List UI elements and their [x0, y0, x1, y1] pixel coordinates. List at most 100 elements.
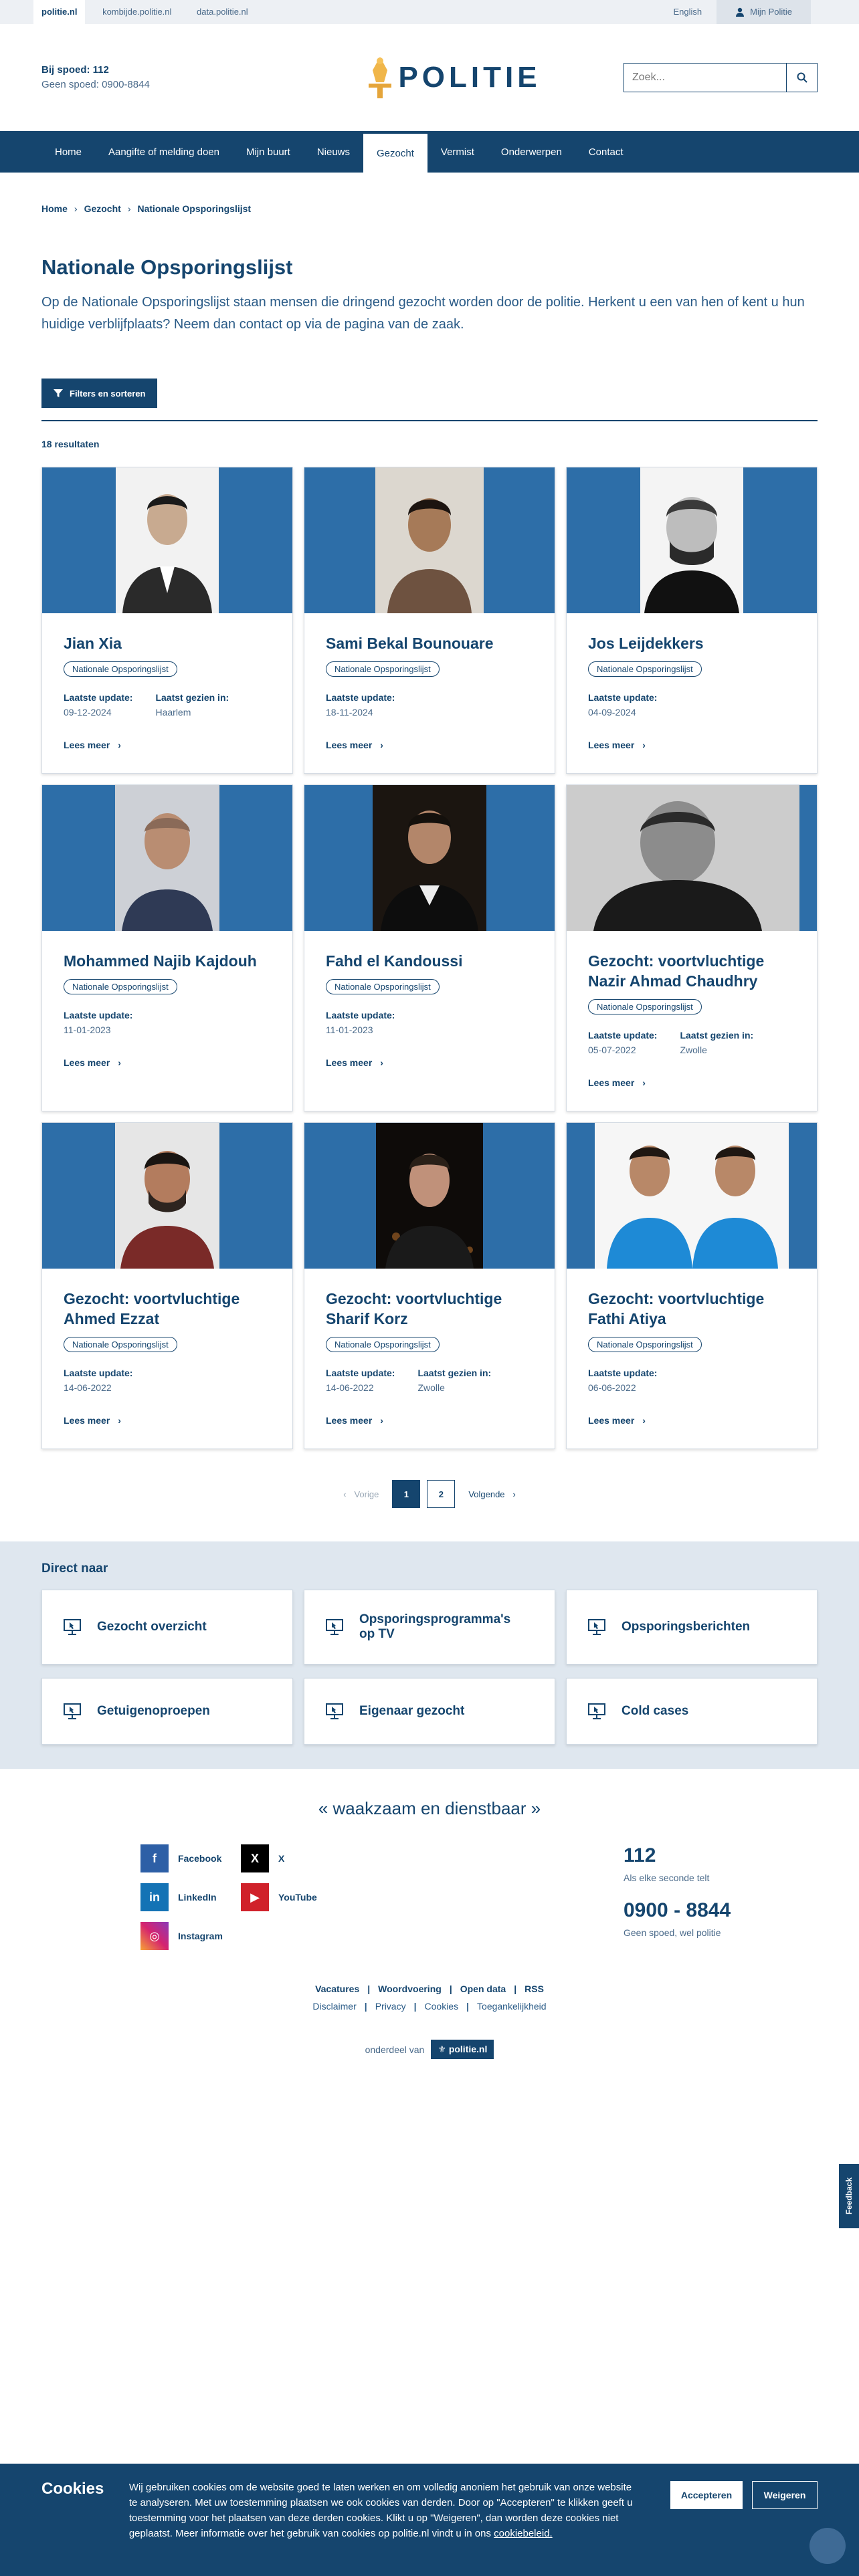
update-value: 06-06-2022: [588, 1382, 636, 1393]
cookie-text-block: Wij gebruiken cookies om de website goed…: [129, 2480, 640, 2541]
list-tag: Nationale Opsporingslijst: [64, 661, 177, 677]
language-link[interactable]: English: [666, 0, 710, 24]
footer-link-privacy[interactable]: Privacy: [375, 2001, 406, 2012]
feedback-tab[interactable]: Feedback: [839, 2164, 859, 2228]
footer-link-vacatures[interactable]: Vacatures: [315, 1983, 359, 1994]
list-tag: Nationale Opsporingslijst: [588, 999, 702, 1014]
footer-link-rss[interactable]: RSS: [524, 1983, 544, 1994]
person-portrait-image: [640, 467, 743, 613]
chat-button[interactable]: [809, 2528, 846, 2564]
social-instagram[interactable]: ◎ Instagram: [140, 1922, 241, 1950]
filter-sort-button[interactable]: Filters en sorteren: [41, 379, 158, 408]
person-portrait-image: [376, 1123, 483, 1269]
nav-contact[interactable]: Contact: [575, 131, 637, 173]
tile-cold-cases[interactable]: Cold cases: [566, 1678, 818, 1745]
person-name: Fahd el Kandoussi: [326, 952, 463, 970]
list-tag: Nationale Opsporingslijst: [326, 661, 440, 677]
person-card[interactable]: Jian Xia Nationale Opsporingslijst Laats…: [41, 467, 293, 774]
tile-gezocht-overzicht[interactable]: Gezocht overzicht: [41, 1590, 293, 1665]
person-portrait-image: [595, 1123, 789, 1269]
non-emergency-subtext: Geen spoed, wel politie: [624, 1927, 721, 1938]
tile-eigenaar-gezocht[interactable]: Eigenaar gezocht: [304, 1678, 555, 1745]
nav-onderwerpen[interactable]: Onderwerpen: [488, 131, 575, 173]
social-facebook[interactable]: f Facebook: [140, 1844, 241, 1872]
nav-vermist[interactable]: Vermist: [427, 131, 488, 173]
footer-link-cookies[interactable]: Cookies: [425, 2001, 459, 2012]
read-more-label: Lees meer: [588, 1415, 635, 1426]
chevron-right-icon: ›: [127, 203, 131, 214]
top-bar: politie.nl kombijde.politie.nl data.poli…: [0, 0, 859, 24]
mijn-politie-link[interactable]: Mijn Politie: [717, 0, 811, 24]
read-more-label: Lees meer: [64, 1057, 110, 1068]
next-page-button[interactable]: Volgende ›: [468, 1489, 516, 1499]
prev-page-button[interactable]: ‹ Vorige: [343, 1489, 379, 1499]
accept-cookies-button[interactable]: Accepteren: [670, 2481, 743, 2509]
site-link-data[interactable]: data.politie.nl: [189, 0, 256, 24]
chevron-right-icon: ›: [512, 1489, 516, 1499]
linkedin-icon: in: [140, 1883, 169, 1911]
decline-cookies-button[interactable]: Weigeren: [752, 2481, 818, 2509]
read-more-link[interactable]: Lees meer ›: [64, 1057, 271, 1068]
read-more-link[interactable]: Lees meer ›: [64, 1415, 271, 1426]
tile-opsporingsberichten[interactable]: Opsporingsberichten: [566, 1590, 818, 1665]
person-card[interactable]: Mohammed Najib Kajdouh Nationale Opspori…: [41, 784, 293, 1111]
read-more-label: Lees meer: [588, 740, 635, 750]
footer-link-toegankelijkheid[interactable]: Toegankelijkheid: [477, 2001, 547, 2012]
tile-getuigenoproepen[interactable]: Getuigenoproepen: [41, 1678, 293, 1745]
list-tag: Nationale Opsporingslijst: [64, 979, 177, 994]
social-youtube[interactable]: ▶ YouTube: [241, 1883, 341, 1911]
nav-home[interactable]: Home: [41, 131, 95, 173]
footer-link-disclaimer[interactable]: Disclaimer: [312, 2001, 356, 2012]
chevron-right-icon: ›: [118, 740, 121, 750]
breadcrumb-gezocht[interactable]: Gezocht: [84, 203, 121, 214]
social-x[interactable]: XX: [241, 1844, 341, 1872]
person-card[interactable]: Gezocht: voortvluchtige Fathi Atiya Nati…: [566, 1122, 818, 1449]
read-more-link[interactable]: Lees meer ›: [588, 1415, 795, 1426]
nav-aangifte[interactable]: Aangifte of melding doen: [95, 131, 233, 173]
person-card[interactable]: Gezocht: voortvluchtige Ahmed Ezzat Nati…: [41, 1122, 293, 1449]
person-name: Gezocht: voortvluchtige Ahmed Ezzat: [64, 1290, 240, 1327]
tile-opsporingsprogrammas[interactable]: Opsporingsprogramma's op TV: [304, 1590, 555, 1665]
nav-nieuws[interactable]: Nieuws: [304, 131, 363, 173]
page-1-button[interactable]: 1: [392, 1480, 421, 1508]
person-photo: [567, 785, 817, 931]
youtube-icon: ▶: [241, 1883, 269, 1911]
page-2-button[interactable]: 2: [427, 1480, 456, 1508]
nav-gezocht[interactable]: Gezocht: [363, 131, 427, 173]
feedback-label: Feedback: [844, 2177, 854, 2215]
read-more-link[interactable]: Lees meer ›: [64, 740, 271, 750]
read-more-link[interactable]: Lees meer ›: [588, 740, 795, 750]
search-button[interactable]: [786, 64, 817, 92]
social-linkedin[interactable]: in LinkedIn: [140, 1883, 241, 1911]
person-card[interactable]: Sami Bekal Bounouare Nationale Opsporing…: [304, 467, 555, 774]
read-more-link[interactable]: Lees meer ›: [326, 740, 533, 750]
divider: [41, 420, 818, 421]
person-card[interactable]: Fahd el Kandoussi Nationale Opsporingsli…: [304, 784, 555, 1111]
nav-mijn-buurt[interactable]: Mijn buurt: [233, 131, 304, 173]
footer-link-open-data[interactable]: Open data: [460, 1983, 506, 1994]
footer-link-woordvoering[interactable]: Woordvoering: [378, 1983, 442, 1994]
read-more-label: Lees meer: [326, 1057, 373, 1068]
breadcrumb-home[interactable]: Home: [41, 203, 68, 214]
site-link-kombijde[interactable]: kombijde.politie.nl: [94, 0, 179, 24]
politie-logo[interactable]: POLITIE: [365, 54, 541, 101]
update-label: Laatste update:: [64, 692, 133, 703]
update-value: 04-09-2024: [588, 707, 636, 718]
person-card[interactable]: Gezocht: voortvluchtige Nazir Ahmad Chau…: [566, 784, 818, 1111]
part-of: onderdeel van ⚜ politie.nl: [41, 2040, 818, 2059]
person-name: Gezocht: voortvluchtige Fathi Atiya: [588, 1290, 765, 1327]
person-photo: [42, 467, 292, 613]
person-name: Gezocht: voortvluchtige Sharif Korz: [326, 1290, 502, 1327]
list-tag: Nationale Opsporingslijst: [326, 1337, 440, 1352]
read-more-link[interactable]: Lees meer ›: [588, 1077, 795, 1088]
politie-badge-link[interactable]: ⚜ politie.nl: [431, 2040, 494, 2059]
person-card[interactable]: Gezocht: voortvluchtige Sharif Korz Nati…: [304, 1122, 555, 1449]
person-card[interactable]: Jos Leijdekkers Nationale Opsporingslijs…: [566, 467, 818, 774]
site-link-politie[interactable]: politie.nl: [33, 0, 86, 24]
part-of-label: onderdeel van: [365, 2044, 425, 2055]
read-more-link[interactable]: Lees meer ›: [326, 1415, 533, 1426]
mijn-politie-label: Mijn Politie: [750, 7, 792, 17]
search-input[interactable]: [624, 64, 786, 92]
cookie-policy-link[interactable]: cookiebeleid.: [494, 2528, 553, 2539]
read-more-link[interactable]: Lees meer ›: [326, 1057, 533, 1068]
